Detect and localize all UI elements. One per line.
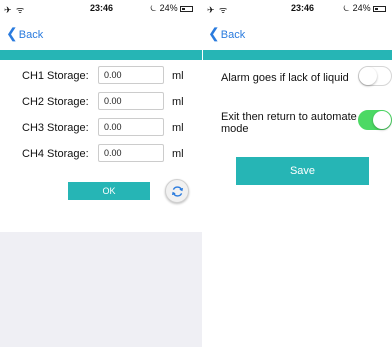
alarm-label: Alarm goes if lack of liquid (221, 72, 349, 84)
ch3-storage-label: CH3 Storage: (22, 122, 89, 134)
header-band (203, 50, 392, 60)
chevron-left-icon: ❮ (208, 25, 220, 41)
battery-indicator: ⏾ 24% (343, 3, 386, 14)
back-label: Back (220, 29, 246, 41)
exit-mode-label-line1: Exit then return to automate (221, 111, 357, 123)
alarm-toggle[interactable] (358, 66, 392, 86)
ch4-unit: ml (172, 148, 184, 160)
header-band (0, 50, 202, 60)
ch2-storage-label: CH2 Storage: (22, 96, 89, 108)
ch1-storage-label: CH1 Storage: (22, 70, 89, 82)
signal-icons: ✈ ᯤ (207, 5, 229, 15)
toggle-knob (359, 67, 377, 85)
ch1-storage-input[interactable] (98, 66, 164, 84)
ok-button[interactable]: OK (68, 182, 150, 200)
back-button[interactable]: ❮Back (6, 26, 43, 44)
ch2-storage-input[interactable] (98, 92, 164, 110)
save-button[interactable]: Save (236, 157, 369, 185)
storage-screen: ✈ ᯤ 23:46 ⏾ 24% ❮Back CH1 Storage: ml CH… (0, 0, 202, 347)
refresh-button[interactable] (165, 179, 189, 203)
toggle-knob (373, 111, 391, 129)
status-time: 23:46 (90, 3, 114, 13)
refresh-icon (171, 186, 184, 197)
battery-icon (179, 5, 193, 12)
status-bar: ✈ ᯤ 23:46 ⏾ 24% (0, 0, 202, 15)
ch3-storage-input[interactable] (98, 118, 164, 136)
battery-indicator: ⏾ 24% (150, 3, 193, 14)
status-time: 23:46 (291, 3, 315, 13)
status-bar: ✈ ᯤ 23:46 ⏾ 24% (203, 0, 392, 15)
ch3-unit: ml (172, 122, 184, 134)
back-button[interactable]: ❮Back (208, 26, 245, 44)
ch2-unit: ml (172, 96, 184, 108)
exit-mode-toggle[interactable] (358, 110, 392, 130)
ch1-unit: ml (172, 70, 184, 82)
back-label: Back (18, 29, 44, 41)
exit-mode-label-line2: mode (221, 123, 249, 135)
signal-icons: ✈ ᯤ (4, 5, 26, 15)
battery-icon (372, 5, 386, 12)
chevron-left-icon: ❮ (6, 25, 18, 41)
ch4-storage-label: CH4 Storage: (22, 148, 89, 160)
ch4-storage-input[interactable] (98, 144, 164, 162)
empty-panel (0, 232, 202, 347)
settings-screen: ✈ ᯤ 23:46 ⏾ 24% ❮Back Alarm goes if lack… (203, 0, 392, 347)
